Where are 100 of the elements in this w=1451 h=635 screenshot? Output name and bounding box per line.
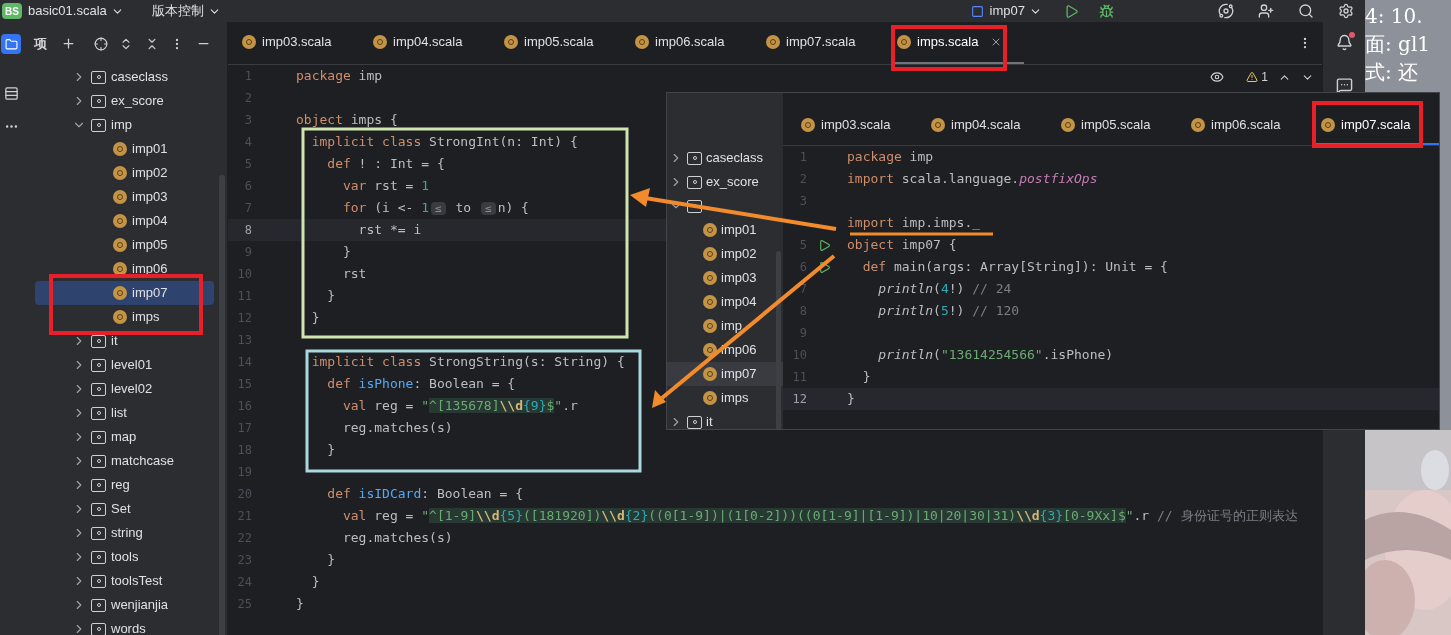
code-line: rst *= i [357,221,422,239]
code-line: import scala.language.postfixOps [847,170,1098,188]
folder-icon [91,406,106,420]
tree-item[interactable]: imp02 [667,242,783,266]
eye-icon[interactable] [1210,70,1225,84]
file-tab[interactable]: imp06.scala [631,22,762,64]
tree-label: imp06 [721,341,757,360]
tree-item[interactable]: tools [35,545,214,569]
tree-item[interactable]: wenjianjia [35,593,214,617]
code-line: implicit class StrongInt(n: Int) { [310,133,578,151]
tree-item[interactable]: Set [35,497,214,521]
run-icon[interactable] [817,238,831,252]
tree-item[interactable]: imp03 [667,266,783,290]
folder-icon [687,199,702,213]
tree-label: Set [111,500,131,519]
scala-object-icon [113,286,127,300]
notification-icon[interactable] [1335,34,1353,51]
tree-item[interactable]: imps [35,305,214,329]
tree-item[interactable]: imp07 [35,281,214,305]
tree-item[interactable]: imp01 [667,218,783,242]
file-tab[interactable]: imp03.scala [238,22,369,64]
scala-object-icon [113,310,127,324]
tree-item[interactable]: imp [667,314,783,338]
file-tab[interactable]: imp06.scala [1185,107,1315,145]
tree-item[interactable]: imp02 [35,161,214,185]
tree-item[interactable]: list [35,401,214,425]
file-tab[interactable]: imp03.scala [795,107,925,145]
code-line: } [310,309,320,327]
tree-item[interactable]: imp04 [667,290,783,314]
tree-item[interactable]: ex_score [35,89,214,113]
vcs-menu[interactable]: 版本控制 [151,1,221,21]
warning-icon [1246,71,1259,83]
add-user-icon[interactable] [1258,3,1274,19]
crosshair-icon[interactable] [94,36,108,51]
collapse-icon[interactable] [145,36,159,51]
folder-icon[interactable] [1,34,21,54]
tree-item[interactable]: it [35,329,214,353]
file-tab[interactable]: imp04.scala [925,107,1055,145]
scala-object-icon [703,223,717,237]
tree-item[interactable]: level01 [35,353,214,377]
file-tab[interactable]: imp05.scala [1055,107,1185,145]
tree-label: it [706,413,713,429]
tree-item[interactable]: imp04 [35,209,214,233]
tree-label: level01 [111,356,153,375]
tree-item[interactable]: imp07 [667,362,783,386]
tree-item[interactable]: level02 [35,377,214,401]
file-tab[interactable]: imp07.scala [762,22,893,64]
code-line: } [310,573,320,591]
code-line: reg.matches(s) [341,529,453,547]
run-icon[interactable] [1064,3,1079,19]
add-icon[interactable] [61,36,76,51]
search-icon[interactable] [1298,3,1314,19]
tree-item[interactable]: imp06 [667,338,783,362]
tree-item[interactable]: reg [35,473,214,497]
code-line: println(4!) // 24 [877,280,1012,298]
tree-item[interactable]: imp [35,113,214,137]
file-tab[interactable]: imp04.scala [369,22,500,64]
folder-icon [91,430,106,444]
code-line: println("13614254566".isPhone) [877,346,1114,364]
tree-item[interactable]: imp06 [35,257,214,281]
tree-item[interactable]: imps [667,386,783,410]
tree-item[interactable]: string [35,521,214,545]
tree-label: level02 [111,380,153,399]
scala-object-icon [703,391,717,405]
file-tab[interactable]: imps.scala [893,22,1024,64]
tree-item[interactable]: imp03 [35,185,214,209]
warning-count[interactable]: 1 [1246,68,1268,86]
file-tab[interactable]: imp07.scala [1315,107,1439,145]
folder-icon [91,478,106,492]
chat-icon[interactable] [1335,77,1353,94]
project-menu[interactable]: basic01.scala [28,1,124,21]
tree-label: ex_score [111,92,164,111]
scala-object-icon [703,319,717,333]
tree-item[interactable]: map [35,425,214,449]
scrollbar[interactable] [776,251,781,429]
line-number: 12 [792,391,807,408]
folder-icon [91,598,106,612]
tree-label: caseclass [111,68,169,87]
debug-icon[interactable] [1099,3,1114,19]
code-line: rst [341,265,367,283]
scala-object-icon [113,238,127,252]
run-config-selector[interactable]: imp07 [989,1,1042,21]
code-line: } [326,287,336,305]
tree-item[interactable]: ex_score [667,170,783,194]
tree-item[interactable]: imp01 [35,137,214,161]
tree-item[interactable]: it [667,410,783,429]
settings-icon[interactable] [1338,3,1354,19]
code-line: } [341,243,351,261]
tree-label: imp03 [132,188,168,207]
project-badge: BS [2,3,22,19]
tree-item[interactable]: toolsTest [35,569,214,593]
tree-item[interactable]: imp05 [35,233,214,257]
tree-item[interactable]: caseclass [35,65,214,89]
tree-item[interactable]: words [35,617,214,635]
run-icon[interactable] [817,260,831,274]
tree-item[interactable]: caseclass [667,146,783,170]
spiral-icon[interactable] [1218,3,1234,19]
file-tab[interactable]: imp05.scala [500,22,631,64]
tree-item[interactable]: matchcase [35,449,214,473]
structure-icon[interactable] [3,86,19,101]
